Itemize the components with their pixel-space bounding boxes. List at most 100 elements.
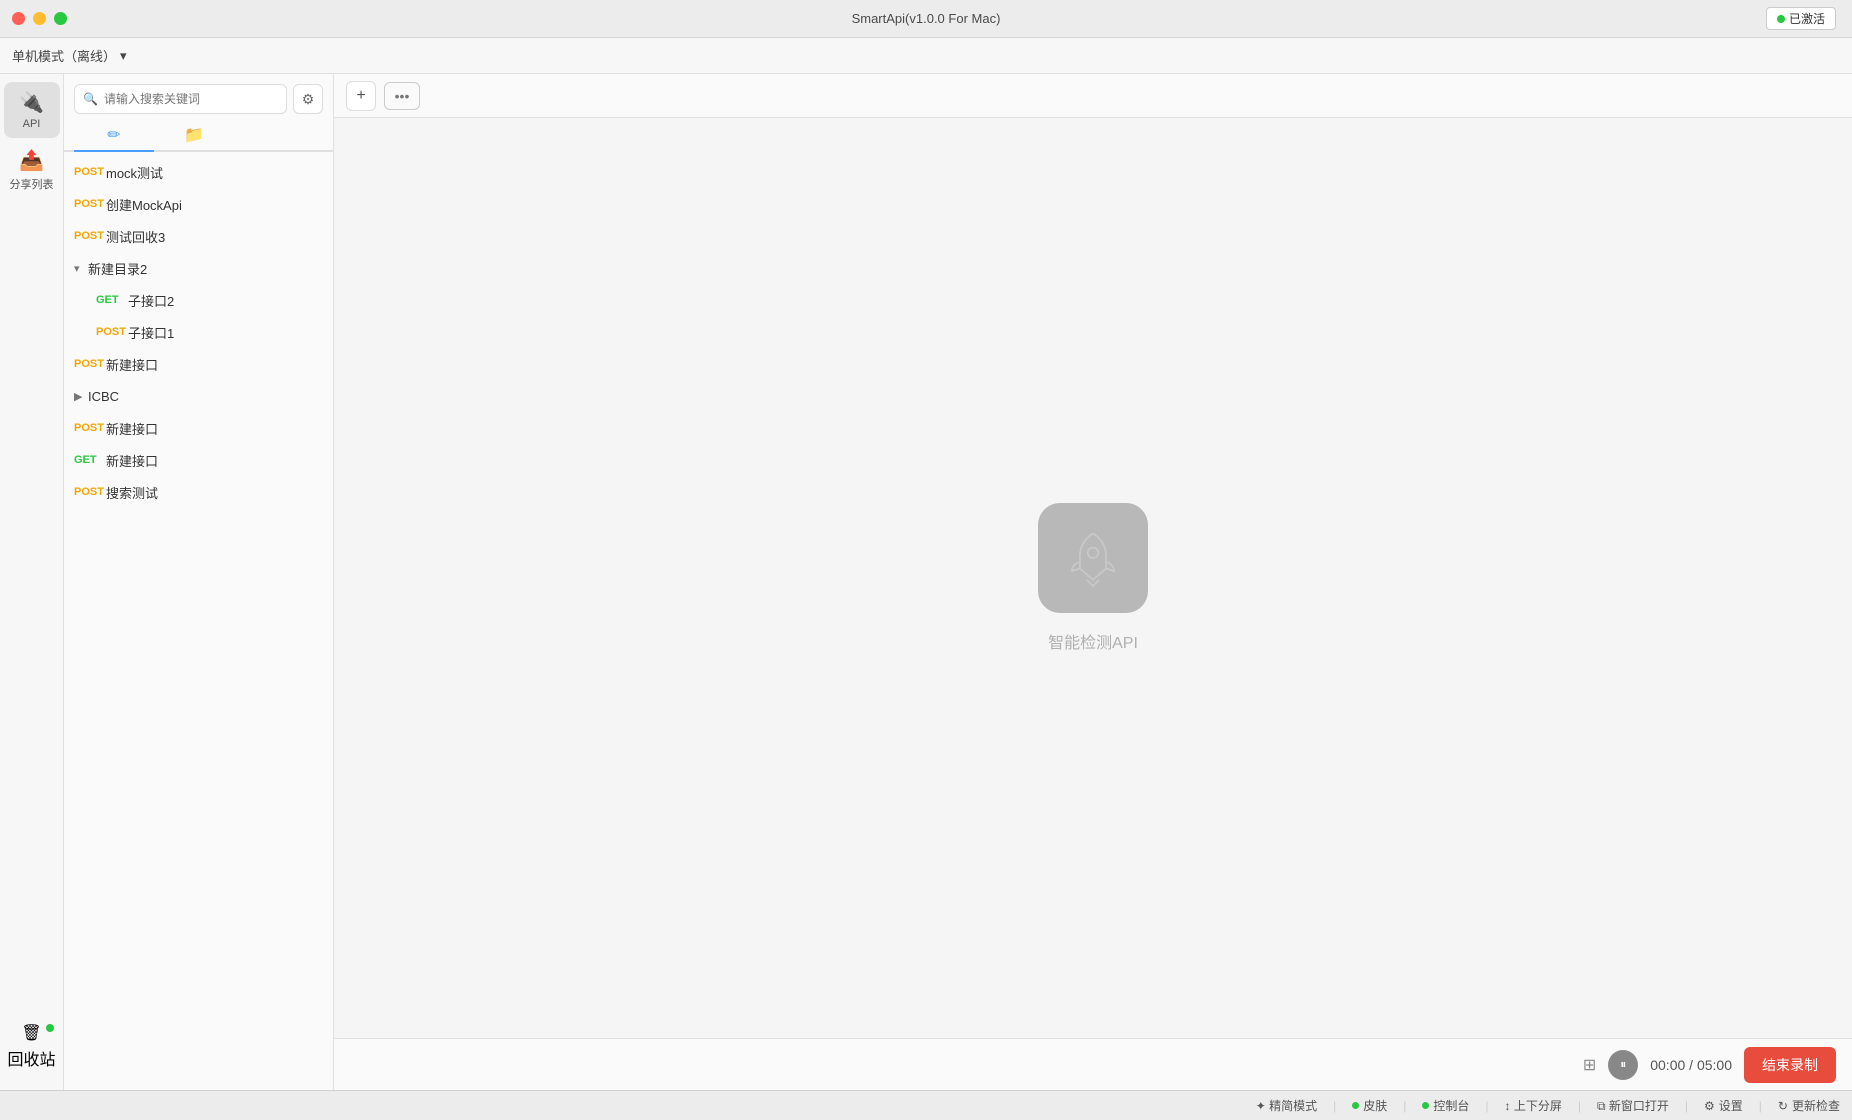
activated-badge[interactable]: 已激活 — [1766, 7, 1836, 30]
sidebar-item-api[interactable]: 🔌 API — [4, 82, 60, 138]
method-badge: GET — [74, 454, 106, 466]
api-icon: 🔌 — [19, 90, 44, 115]
grid-icon[interactable]: ⊞ — [1583, 1055, 1596, 1075]
maximize-button[interactable] — [54, 12, 67, 25]
main-content: + ••• 智能检测API ⊞ ⏸ — [334, 74, 1852, 1090]
search-box[interactable]: 🔍 — [74, 84, 287, 114]
panel-tabs: ✏ 📁 — [64, 114, 333, 152]
api-item-name: 测试回收3 — [106, 227, 302, 246]
sidebar-item-share[interactable]: 📤 分享列表 — [4, 142, 60, 198]
list-item[interactable]: POST 搜索测试 ••• — [64, 476, 333, 508]
method-badge: GET — [96, 294, 128, 306]
folder-icon: 📁 — [184, 125, 204, 145]
mode-selector[interactable]: 单机模式（离线） ▾ — [12, 46, 127, 65]
panel-settings-button[interactable]: ⚙ — [293, 84, 323, 114]
activated-label: 已激活 — [1789, 10, 1825, 27]
recording-bar: ⊞ ⏸ 00:00 / 05:00 结束录制 — [334, 1038, 1852, 1090]
status-item-settings[interactable]: ⚙ 设置 — [1704, 1097, 1743, 1114]
tab-folder[interactable]: 📁 — [154, 120, 234, 150]
list-item[interactable]: POST 新建接口 ••• — [64, 348, 333, 380]
method-badge: POST — [74, 358, 106, 370]
share-icon: 📤 — [19, 148, 44, 173]
close-button[interactable] — [12, 12, 25, 25]
list-item[interactable]: POST 新建接口 ••• — [64, 412, 333, 444]
status-item-jianmo[interactable]: ✦ 精简模式 — [1256, 1097, 1317, 1114]
list-item[interactable]: POST 子接口1 ••• — [64, 316, 333, 348]
folder-arrow-icon: ▶ — [74, 390, 88, 403]
pause-icon: ⏸ — [1620, 1057, 1626, 1072]
recording-time: 00:00 / 05:00 — [1650, 1057, 1732, 1073]
status-item-split[interactable]: ↕ 上下分屏 — [1505, 1097, 1562, 1114]
time-separator: / — [1689, 1057, 1697, 1073]
api-item-name: mock测试 — [106, 163, 302, 182]
pause-button[interactable]: ⏸ — [1608, 1050, 1638, 1080]
status-item-console[interactable]: 控制台 — [1422, 1097, 1469, 1114]
folder-more-button[interactable]: ••• — [303, 387, 323, 406]
method-badge: POST — [74, 422, 106, 434]
list-item[interactable]: POST 测试回收3 ••• — [64, 220, 333, 252]
rocket-icon-container — [1038, 503, 1148, 613]
main-hint-text: 智能检测API — [1048, 629, 1138, 653]
window-title: SmartApi(v1.0.0 For Mac) — [852, 11, 1001, 26]
activated-dot — [1777, 15, 1785, 23]
method-badge: POST — [74, 198, 106, 210]
tab-pen[interactable]: ✏ — [74, 120, 154, 150]
folder-arrow-icon: ▾ — [74, 262, 88, 275]
sidebar-bottom: 🗑 回收站 — [4, 1018, 60, 1074]
search-icon: 🔍 — [83, 92, 98, 106]
chevron-down-icon: ▾ — [120, 48, 127, 64]
status-label: 更新检查 — [1792, 1097, 1840, 1114]
api-list: POST mock测试 ••• POST 创建MockApi ••• POST … — [64, 152, 333, 1090]
api-panel: 🔍 ⚙ ✏ 📁 POST mock测试 ••• POST 创建MockAp — [64, 74, 334, 1090]
top-bar: 单机模式（离线） ▾ — [0, 38, 1852, 74]
folder-item[interactable]: ▶ ICBC + ••• — [64, 380, 333, 412]
method-badge: POST — [96, 326, 128, 338]
recycle-label: 回收站 — [7, 1046, 55, 1070]
skin-dot — [1352, 1102, 1359, 1109]
status-label: ✦ 精简模式 — [1256, 1097, 1317, 1114]
add-tab-button[interactable]: + — [346, 81, 376, 111]
recycle-notification-dot — [46, 1024, 54, 1032]
update-icon: ↻ — [1778, 1099, 1788, 1113]
sidebar-item-recycle[interactable]: 🗑 回收站 — [4, 1018, 60, 1074]
search-input[interactable] — [104, 92, 278, 106]
status-label: ⧉ 新窗口打开 — [1597, 1097, 1669, 1114]
status-bar: ✦ 精简模式 | 皮肤 | 控制台 | ↕ 上下分屏 | ⧉ 新窗口打开 | ⚙… — [0, 1090, 1852, 1120]
api-item-name: 子接口2 — [128, 291, 302, 310]
title-bar: SmartApi(v1.0.0 For Mac) 已激活 — [0, 0, 1852, 38]
method-badge: POST — [74, 486, 106, 498]
rocket-illustration — [1058, 523, 1128, 593]
status-label: 设置 — [1719, 1097, 1743, 1114]
window-controls — [12, 12, 67, 25]
status-item-skin[interactable]: 皮肤 — [1352, 1097, 1387, 1114]
console-dot — [1422, 1102, 1429, 1109]
main-toolbar: + ••• — [334, 74, 1852, 118]
folder-add-button[interactable]: + — [286, 387, 300, 406]
api-item-name: 新建接口 — [106, 419, 302, 438]
main-area: 智能检测API — [334, 118, 1852, 1038]
end-recording-button[interactable]: 结束录制 — [1744, 1047, 1836, 1083]
folder-add-button[interactable]: + — [286, 259, 300, 278]
api-label: API — [23, 118, 41, 130]
api-item-name: 搜索测试 — [106, 483, 302, 502]
list-item[interactable]: POST mock测试 ••• — [64, 156, 333, 188]
icon-sidebar: 🔌 API 📤 分享列表 🗑 回收站 — [0, 74, 64, 1090]
status-label: 皮肤 — [1363, 1097, 1387, 1114]
time-total: 05:00 — [1697, 1057, 1732, 1073]
status-item-newwindow[interactable]: ⧉ 新窗口打开 — [1597, 1097, 1669, 1114]
status-item-update[interactable]: ↻ 更新检查 — [1778, 1097, 1840, 1114]
api-item-name: 新建接口 — [106, 355, 302, 374]
pen-icon: ✏ — [107, 125, 120, 145]
time-current: 00:00 — [1650, 1057, 1685, 1073]
list-item[interactable]: POST 创建MockApi ••• — [64, 188, 333, 220]
minimize-button[interactable] — [33, 12, 46, 25]
mode-label: 单机模式（离线） — [12, 46, 116, 65]
title-bar-right: 已激活 — [1766, 7, 1836, 30]
folder-more-button[interactable]: ••• — [303, 259, 323, 278]
api-item-name: 子接口1 — [128, 323, 302, 342]
folder-item[interactable]: ▾ 新建目录2 + ••• — [64, 252, 333, 284]
api-item-name: 新建接口 — [106, 451, 302, 470]
list-item[interactable]: GET 新建接口 ••• — [64, 444, 333, 476]
list-item[interactable]: GET 子接口2 ••• — [64, 284, 333, 316]
more-tabs-button[interactable]: ••• — [384, 82, 420, 110]
